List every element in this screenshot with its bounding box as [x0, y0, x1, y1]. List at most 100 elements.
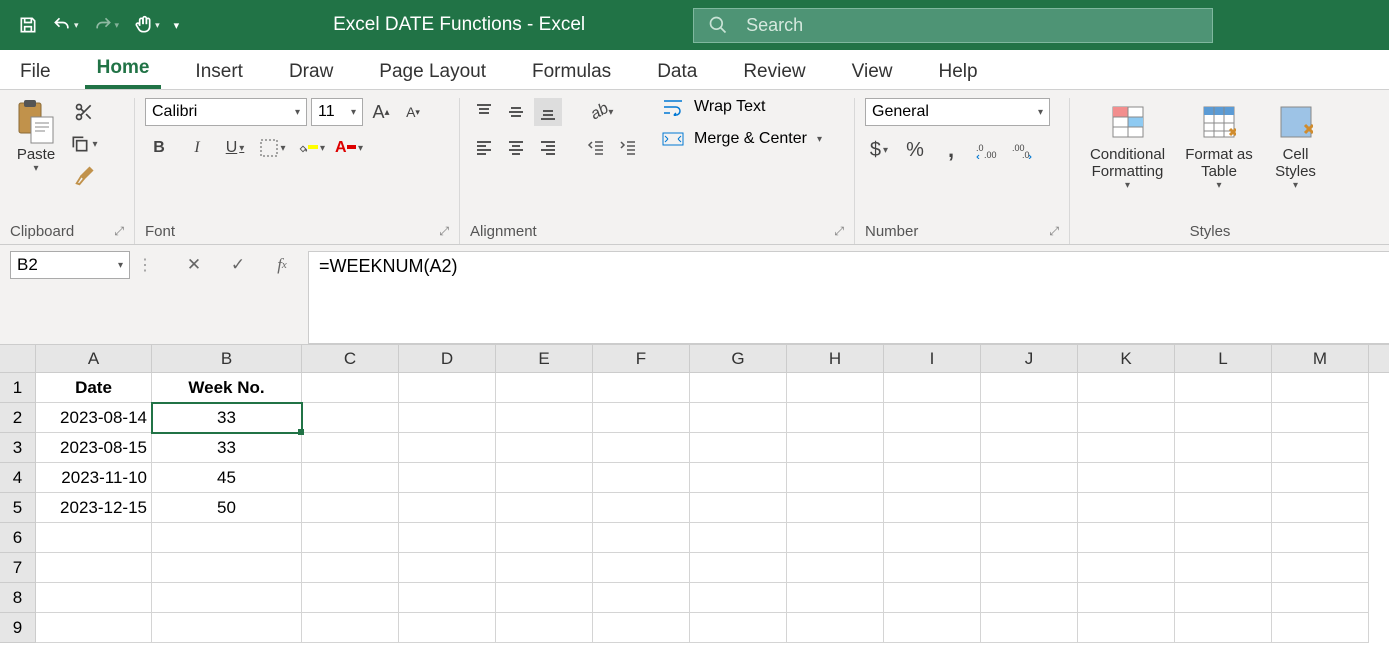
row-header-8[interactable]: 8	[0, 583, 36, 613]
col-header-K[interactable]: K	[1078, 345, 1175, 372]
cell-M9[interactable]	[1272, 613, 1369, 643]
cell-K4[interactable]	[1078, 463, 1175, 493]
col-header-C[interactable]: C	[302, 345, 399, 372]
cell-B6[interactable]	[152, 523, 302, 553]
cell-L6[interactable]	[1175, 523, 1272, 553]
cell-K3[interactable]	[1078, 433, 1175, 463]
cell-H6[interactable]	[787, 523, 884, 553]
insert-function-button[interactable]: fx	[268, 251, 296, 279]
col-header-M[interactable]: M	[1272, 345, 1369, 372]
col-header-H[interactable]: H	[787, 345, 884, 372]
italic-button[interactable]: I	[183, 134, 211, 162]
cell-C6[interactable]	[302, 523, 399, 553]
cell-F9[interactable]	[593, 613, 690, 643]
cell-E7[interactable]	[496, 553, 593, 583]
tab-home[interactable]: Home	[85, 51, 162, 89]
undo-button[interactable]: ▾	[46, 11, 85, 39]
tab-formulas[interactable]: Formulas	[520, 55, 623, 89]
cell-H5[interactable]	[787, 493, 884, 523]
merge-center-button[interactable]: Merge & Center ▾	[662, 130, 822, 148]
clipboard-launcher[interactable]: ⤢	[114, 224, 124, 239]
decrease-indent-button[interactable]	[582, 134, 610, 162]
cell-B5[interactable]: 50	[152, 493, 302, 523]
cell-L2[interactable]	[1175, 403, 1272, 433]
increase-indent-button[interactable]	[614, 134, 642, 162]
font-color-button[interactable]: A▾	[335, 134, 363, 162]
increase-decimal-button[interactable]: .0.00	[973, 136, 1001, 164]
cell-I4[interactable]	[884, 463, 981, 493]
number-launcher[interactable]: ⤢	[1049, 224, 1059, 239]
row-header-9[interactable]: 9	[0, 613, 36, 643]
row-header-7[interactable]: 7	[0, 553, 36, 583]
cell-B8[interactable]	[152, 583, 302, 613]
cell-F4[interactable]	[593, 463, 690, 493]
grow-font-button[interactable]: A▴	[367, 98, 395, 126]
enter-formula-button[interactable]: ✓	[224, 251, 252, 279]
number-format-select[interactable]: General▾	[865, 98, 1050, 126]
cell-C4[interactable]	[302, 463, 399, 493]
row-header-6[interactable]: 6	[0, 523, 36, 553]
save-button[interactable]	[12, 11, 44, 39]
cell-B9[interactable]	[152, 613, 302, 643]
cell-C9[interactable]	[302, 613, 399, 643]
cell-A3[interactable]: 2023-08-15	[36, 433, 152, 463]
cell-A4[interactable]: 2023-11-10	[36, 463, 152, 493]
cell-D8[interactable]	[399, 583, 496, 613]
cell-F2[interactable]	[593, 403, 690, 433]
cell-J7[interactable]	[981, 553, 1078, 583]
col-header-B[interactable]: B	[152, 345, 302, 372]
cell-K9[interactable]	[1078, 613, 1175, 643]
cell-L8[interactable]	[1175, 583, 1272, 613]
cell-J6[interactable]	[981, 523, 1078, 553]
cell-K1[interactable]	[1078, 373, 1175, 403]
cell-F1[interactable]	[593, 373, 690, 403]
cell-L1[interactable]	[1175, 373, 1272, 403]
cut-button[interactable]	[70, 98, 98, 126]
align-right-button[interactable]	[534, 134, 562, 162]
align-middle-button[interactable]	[502, 98, 530, 126]
cell-M6[interactable]	[1272, 523, 1369, 553]
qat-customize-button[interactable]: ▾	[168, 15, 186, 36]
tab-help[interactable]: Help	[926, 55, 989, 89]
cell-I6[interactable]	[884, 523, 981, 553]
cell-L7[interactable]	[1175, 553, 1272, 583]
row-header-3[interactable]: 3	[0, 433, 36, 463]
cell-J9[interactable]	[981, 613, 1078, 643]
cell-A5[interactable]: 2023-12-15	[36, 493, 152, 523]
cell-F6[interactable]	[593, 523, 690, 553]
col-header-F[interactable]: F	[593, 345, 690, 372]
cell-B4[interactable]: 45	[152, 463, 302, 493]
cell-H7[interactable]	[787, 553, 884, 583]
cell-G5[interactable]	[690, 493, 787, 523]
col-header-J[interactable]: J	[981, 345, 1078, 372]
cell-I1[interactable]	[884, 373, 981, 403]
font-launcher[interactable]: ⤢	[439, 224, 449, 239]
cell-J1[interactable]	[981, 373, 1078, 403]
cell-M8[interactable]	[1272, 583, 1369, 613]
cell-L3[interactable]	[1175, 433, 1272, 463]
select-all-corner[interactable]	[0, 345, 36, 372]
cell-E2[interactable]	[496, 403, 593, 433]
cell-I5[interactable]	[884, 493, 981, 523]
cell-E5[interactable]	[496, 493, 593, 523]
align-center-button[interactable]	[502, 134, 530, 162]
cell-H4[interactable]	[787, 463, 884, 493]
cell-E8[interactable]	[496, 583, 593, 613]
cell-E6[interactable]	[496, 523, 593, 553]
cell-A9[interactable]	[36, 613, 152, 643]
align-left-button[interactable]	[470, 134, 498, 162]
cell-D7[interactable]	[399, 553, 496, 583]
cell-styles-button[interactable]: Cell Styles▾	[1263, 98, 1328, 195]
bold-button[interactable]: B	[145, 134, 173, 162]
cell-C1[interactable]	[302, 373, 399, 403]
format-painter-button[interactable]	[70, 162, 98, 190]
tab-file[interactable]: File	[8, 55, 63, 89]
cell-K2[interactable]	[1078, 403, 1175, 433]
cell-D4[interactable]	[399, 463, 496, 493]
row-header-5[interactable]: 5	[0, 493, 36, 523]
col-header-G[interactable]: G	[690, 345, 787, 372]
cell-H3[interactable]	[787, 433, 884, 463]
cell-G2[interactable]	[690, 403, 787, 433]
cell-E9[interactable]	[496, 613, 593, 643]
cell-I9[interactable]	[884, 613, 981, 643]
